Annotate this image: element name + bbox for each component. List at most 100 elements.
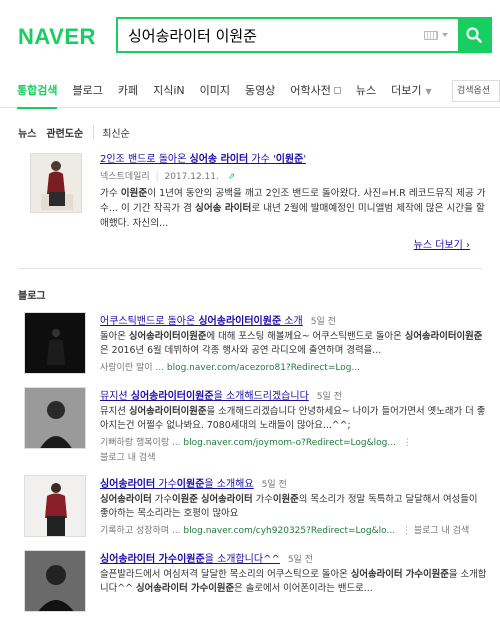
blog-thumbnail[interactable] <box>24 312 86 374</box>
tab-blog[interactable]: 블로그 <box>72 74 102 108</box>
snippet-part: 은 2016년 6월 데뷔하여 각종 행사와 공연 라디오에 출연하며 경력을.… <box>100 345 382 356</box>
blog-meta: 기뻐하랑 행복이랑 ... blog.naver.com/joymom-o?Re… <box>100 435 488 448</box>
chevron-down-icon: ▼ <box>425 86 432 96</box>
blog-body: 뮤지션 싱어송라이터이원준을 소개해드리겠습니다 5일 전 뮤지션 싱어송라이터이… <box>100 387 488 463</box>
blog-snippet: 뮤지션 싱어송라이터이원준을 소개해드리겠습니다 안녕하세요~ 나이가 들어가면… <box>100 405 488 433</box>
blog-title[interactable]: 싱어송라이터 가수이원준을 소개합니다^^ <box>100 554 280 565</box>
blog-url[interactable]: blog.naver.com/cyh920325?Redirect=Log&lo… <box>183 526 395 536</box>
search-icon <box>466 27 482 43</box>
snippet-highlight: 싱어송라 <box>404 331 440 342</box>
person-photo <box>25 313 85 373</box>
blog-body: 싱어송라이터 가수이원준을 소개해요 5일 전 싱어송라이터 가수이원준 싱어송라… <box>100 475 488 536</box>
snippet-highlight: 이터이원준 <box>439 331 483 342</box>
blog-title-part: 뮤지션 <box>100 391 131 402</box>
blog-title-highlight: 이원준 <box>176 479 205 490</box>
blog-body: 어쿠스틱밴드로 돌아온 싱어송라이터이원준 소개 5일 전 돌아온 싱어송라이터이… <box>100 312 488 373</box>
snippet-highlight: 이원준 <box>120 188 148 199</box>
keyboard-icon[interactable] <box>424 30 438 40</box>
news-thumbnail[interactable] <box>30 153 82 213</box>
blog-date: 5일 전 <box>310 317 336 327</box>
blog-body: 싱어송라이터 가수이원준을 소개합니다^^ 5일 전 슬픈발라드에서 여심저격 달… <box>100 550 488 596</box>
news-date: 2017.12.11. <box>164 172 219 182</box>
tab-cafe[interactable]: 카페 <box>118 74 138 108</box>
blog-thumbnail[interactable] <box>24 550 86 612</box>
tab-image[interactable]: 이미지 <box>200 74 230 108</box>
tab-dictionary[interactable]: 어학사전 <box>290 74 341 108</box>
tab-kin[interactable]: 지식iN <box>153 74 185 108</box>
blog-title-row: 싱어송라이터 가수이원준을 소개해요 5일 전 <box>100 475 488 490</box>
blog-item: 싱어송라이터 가수이원준을 소개해요 5일 전 싱어송라이터 가수이원준 싱어송라… <box>18 475 488 553</box>
blog-title-row: 싱어송라이터 가수이원준을 소개합니다^^ 5일 전 <box>100 550 488 565</box>
blog-url[interactable]: blog.naver.com/acezoro81?Redirect=Log... <box>167 363 360 373</box>
blog-title[interactable]: 어쿠스틱밴드로 돌아온 싱어송라이터이원준 소개 <box>100 316 303 327</box>
news-title-highlight: 이원준 <box>275 154 304 165</box>
snippet-highlight: 이원준 <box>272 494 299 505</box>
tab-video[interactable]: 동영상 <box>245 74 275 108</box>
news-item: 2인조 밴드로 돌아온 싱어송 라이터 가수 '이원준' 넥스트데일리 | 20… <box>18 150 488 229</box>
search-button[interactable] <box>458 19 490 51</box>
blog-heading: 블로그 <box>18 291 46 302</box>
blog-date: 5일 전 <box>261 480 287 490</box>
blog-author[interactable]: 사랑이란 말이 ... <box>100 363 164 373</box>
blog-author[interactable]: 기뻐하랑 행복이랑 ... <box>100 438 181 448</box>
blog-snippet: 돌아온 싱어송라이터이원준에 대해 포스팅 해볼께요~ 어쿠스틱밴드로 돌아온 … <box>100 330 488 358</box>
news-subtabs: 뉴스 관련도순 최신순 <box>18 125 140 140</box>
blog-title-highlight: 싱어송라이터이원준 <box>198 316 282 327</box>
person-photo <box>31 154 81 212</box>
tab-integrated[interactable]: 통합검색 <box>17 74 58 109</box>
tab-news[interactable]: 뉴스 <box>356 74 376 108</box>
blog-title-part: 가수 <box>155 479 177 490</box>
person-photo <box>25 388 85 448</box>
search-options-button[interactable]: 검색옵션 <box>452 80 500 102</box>
news-snippet: 가수 이원준이 1년여 동안의 공백을 깨고 2인조 밴드로 돌아왔다. 사진=… <box>100 186 488 231</box>
external-link-icon[interactable]: ⇗ <box>228 172 236 182</box>
blog-title-highlight: 싱어송라이터이원준 <box>130 391 214 402</box>
blog-title-part: 을 소개합니다^^ <box>204 554 280 565</box>
blog-title[interactable]: 뮤지션 싱어송라이터이원준을 소개해드리겠습니다 <box>100 391 309 402</box>
news-title-highlight: 싱어송 라이터 <box>189 154 249 165</box>
blog-date: 5일 전 <box>287 555 313 565</box>
popup-icon <box>333 87 341 94</box>
news-heading: 뉴스 <box>18 129 37 140</box>
blog-author[interactable]: 기록하고 성장하며 ... <box>100 526 181 536</box>
sort-recent-label: 최신순 <box>102 129 130 140</box>
blog-meta: 사랑이란 말이 ... blog.naver.com/acezoro81?Red… <box>100 360 488 373</box>
blog-title-highlight: 싱어송라이터 <box>100 479 156 490</box>
snippet-highlight: 싱어송라이터 <box>100 494 152 505</box>
blog-url[interactable]: blog.naver.com/joymom-o?Redirect=Log&log… <box>183 438 396 448</box>
blog-search-within[interactable]: 블로그 내 검색 <box>100 450 488 463</box>
blog-item: 뮤지션 싱어송라이터이원준을 소개해드리겠습니다 5일 전 뮤지션 싱어송라이터이… <box>18 387 488 465</box>
blog-title[interactable]: 싱어송라이터 가수이원준을 소개해요 <box>100 479 254 490</box>
news-meta: 넥스트데일리 | 2017.12.11. ⇗ <box>100 172 236 182</box>
snippet-highlight: 싱어송라이터 가수이원준 <box>350 569 449 580</box>
news-title-part: 2인조 밴드로 돌아온 <box>100 154 190 165</box>
blog-title-row: 어쿠스틱밴드로 돌아온 싱어송라이터이원준 소개 5일 전 <box>100 312 488 327</box>
more-options-icon[interactable]: ⋮ <box>402 526 411 536</box>
snippet-highlight: 싱어송라이터 가수이원준 <box>135 583 235 594</box>
tab-more[interactable]: 더보기 ▼ <box>391 74 432 108</box>
blog-thumbnail[interactable] <box>24 475 86 537</box>
search-input[interactable] <box>118 19 424 51</box>
person-photo <box>25 551 85 611</box>
sort-relevance[interactable]: 관련도순 <box>46 125 83 140</box>
person-photo <box>25 476 85 536</box>
news-more-link[interactable]: 뉴스 더보기 › <box>414 236 470 251</box>
news-title-part: 가수 ' <box>248 154 276 165</box>
chevron-down-icon[interactable] <box>442 33 448 37</box>
blog-search-within[interactable]: 블로그 내 검색 <box>414 526 469 536</box>
snippet-part: 가수 <box>100 188 121 199</box>
snippet-part: 가수 <box>252 494 273 505</box>
news-source[interactable]: 넥스트데일리 <box>100 172 150 182</box>
snippet-highlight: 싱어송라이터이원준 <box>128 406 207 417</box>
blog-thumbnail[interactable] <box>24 387 86 449</box>
news-body: 2인조 밴드로 돌아온 싱어송 라이터 가수 '이원준' 넥스트데일리 | 20… <box>100 150 488 231</box>
header: NAVER <box>0 0 500 74</box>
search-box[interactable] <box>116 17 492 53</box>
snippet-part: 가수 <box>151 494 172 505</box>
more-options-icon[interactable]: ⋮ <box>403 438 412 448</box>
sort-recent[interactable]: 최신순 <box>93 125 130 140</box>
naver-logo[interactable]: NAVER <box>18 24 96 50</box>
blog-title-row: 뮤지션 싱어송라이터이원준을 소개해드리겠습니다 5일 전 <box>100 387 488 402</box>
news-title[interactable]: 2인조 밴드로 돌아온 싱어송 라이터 가수 '이원준' <box>100 150 488 165</box>
blog-title-part: 을 소개해드리겠습니다 <box>213 391 309 402</box>
